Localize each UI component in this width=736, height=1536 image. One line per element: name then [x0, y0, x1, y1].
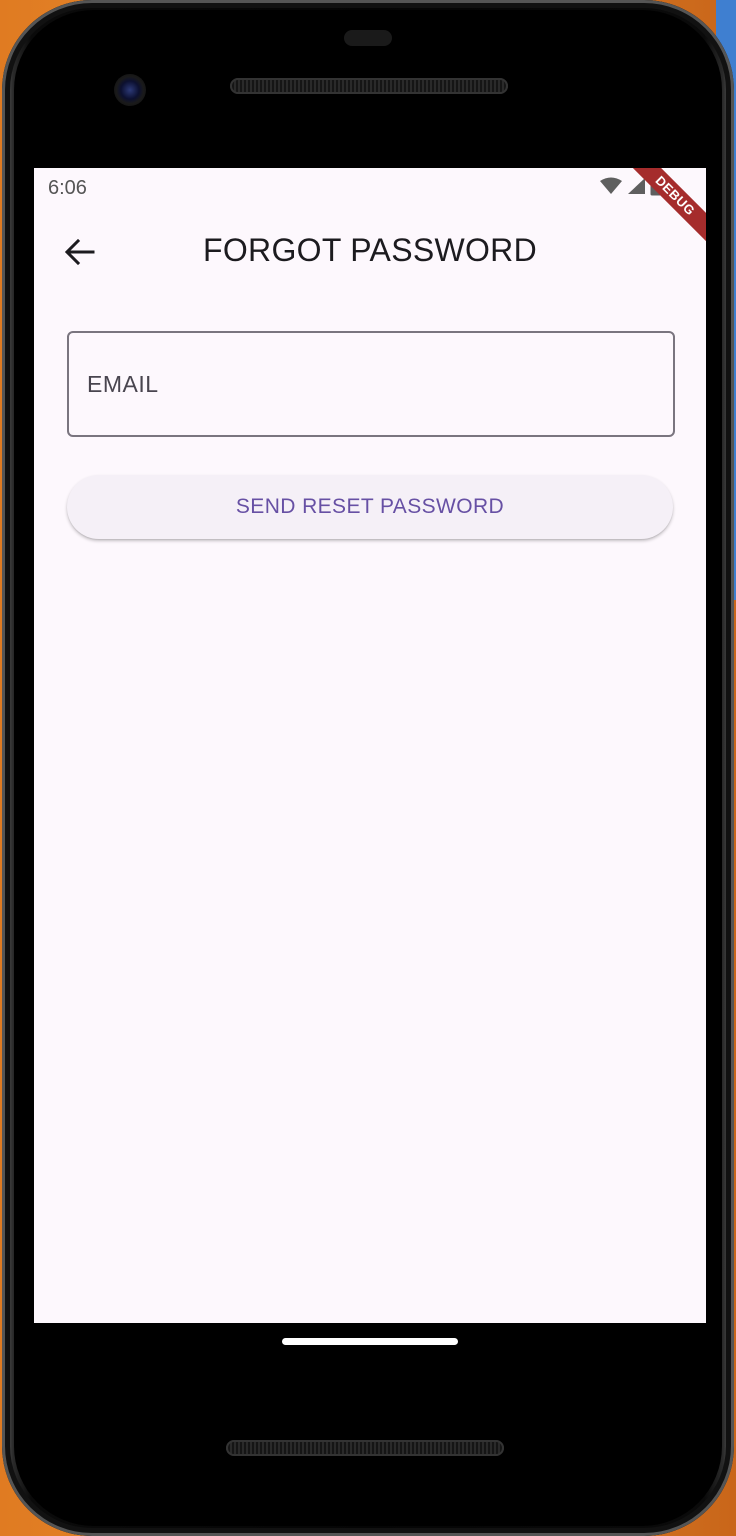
app-screen: 6:06 DEBUG FORGOT PASSWORD EMAIL SEND RE…: [34, 168, 706, 1323]
email-field[interactable]: [67, 331, 675, 437]
status-time: 6:06: [48, 177, 87, 199]
status-bar: 6:06 DEBUG: [34, 168, 706, 250]
send-reset-password-button[interactable]: SEND RESET PASSWORD: [67, 475, 673, 539]
earpiece: [344, 30, 392, 46]
email-input[interactable]: [69, 333, 673, 435]
signal-icon: [626, 177, 646, 200]
app-bar: FORGOT PASSWORD: [34, 218, 706, 286]
front-camera-icon: [114, 74, 146, 106]
home-indicator[interactable]: [282, 1338, 458, 1345]
top-speaker-grille: [230, 78, 508, 94]
wifi-icon: [600, 177, 622, 200]
page-title: FORGOT PASSWORD: [203, 232, 537, 268]
bottom-speaker-grille: [226, 1440, 504, 1456]
